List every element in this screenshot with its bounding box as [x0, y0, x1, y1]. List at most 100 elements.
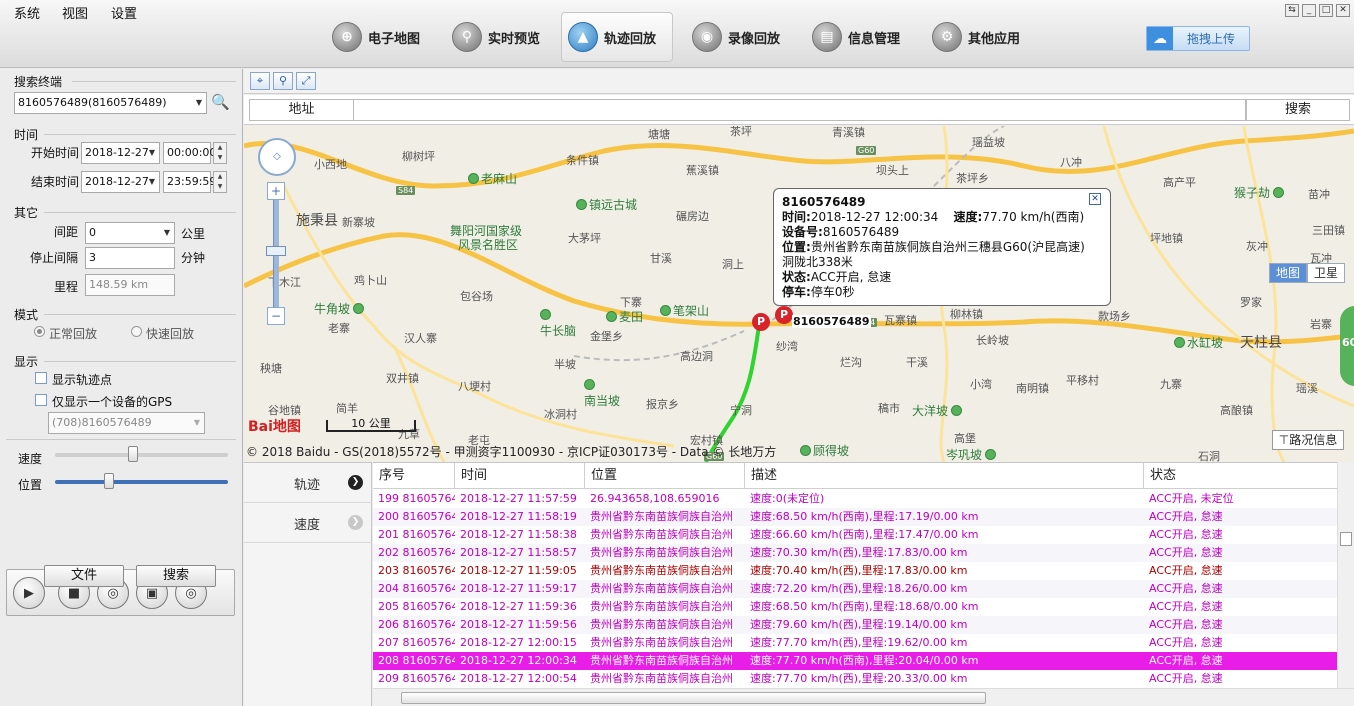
table-cell-pos: 贵州省黔东南苗族侗族自治州	[590, 510, 733, 523]
table-cell-time: 2018-12-27 12:00:34	[460, 654, 577, 667]
speed-slider[interactable]	[55, 453, 228, 457]
table-row[interactable]: 209 8160576489 2018-12-27 12:00:54 贵州省黔东南苗…	[373, 670, 1337, 688]
table-cell-time: 2018-12-27 11:57:59	[460, 492, 577, 505]
address-input[interactable]	[354, 99, 1246, 121]
table-cell-desc: 速度:66.60 km/h(西南),里程:17.47/0.00 km	[750, 528, 979, 541]
stop-interval-input[interactable]: 3	[85, 247, 175, 269]
column-header[interactable]: 状态	[1144, 463, 1337, 489]
tab-speed[interactable]: 速度 ❯	[244, 503, 372, 543]
tab-video-playback[interactable]: ◉ 录像回放	[686, 12, 786, 62]
table-cell-no: 199 8160576489	[378, 492, 455, 505]
play-button[interactable]: ▶	[13, 577, 45, 609]
vertical-scrollbar[interactable]	[1337, 462, 1354, 688]
tab-other-apps[interactable]: ⚙ 其他应用	[926, 12, 1026, 62]
tab-track[interactable]: 轨迹 ❯	[244, 463, 372, 503]
cloud-icon: ☁	[1147, 27, 1173, 50]
maximize-icon[interactable]: □	[1319, 4, 1333, 17]
speed-label: 速度	[18, 452, 43, 466]
chevron-down-icon: ▼	[148, 148, 155, 157]
ruler-icon[interactable]: ⌖	[250, 72, 270, 90]
search-icon: ⚲	[452, 22, 482, 52]
column-header[interactable]: 时间	[455, 463, 585, 489]
table-row[interactable]: 203 8160576489 2018-12-27 11:59:05 贵州省黔东南苗…	[373, 562, 1337, 580]
map-type-satellite-button[interactable]: 卫星	[1307, 263, 1345, 283]
traffic-info-button[interactable]: ⊤路况信息	[1272, 430, 1344, 450]
parking-marker[interactable]: P	[775, 306, 793, 324]
map-type-map-button[interactable]: 地图	[1269, 263, 1307, 283]
speed-slider-thumb[interactable]	[128, 446, 139, 462]
table-cell-time: 2018-12-27 11:58:19	[460, 510, 577, 523]
drag-upload-button[interactable]: ☁ 拖拽上传	[1146, 26, 1250, 51]
end-date-field[interactable]: 2018-12-27 ▼	[81, 171, 160, 193]
column-header[interactable]: 描述	[745, 463, 1144, 489]
minimize-icon[interactable]: _	[1302, 4, 1316, 17]
mode-normal-radio[interactable]	[34, 326, 45, 337]
mode-fast-radio[interactable]	[131, 326, 142, 337]
track-table: 序号 时间 位置 描述 状态 199 8160576489 2018-12-27 …	[373, 462, 1337, 688]
zoom-out-button[interactable]: −	[267, 307, 285, 325]
fullscreen-icon[interactable]: ⤢	[296, 72, 316, 90]
table-cell-pos: 贵州省黔东南苗族侗族自治州	[590, 564, 733, 577]
menu-system[interactable]: 系统	[14, 3, 40, 22]
apps-icon: ⚙	[932, 22, 962, 52]
table-row[interactable]: 201 8160576489 2018-12-27 11:58:38 贵州省黔东南苗…	[373, 526, 1337, 544]
pan-control-icon[interactable]: ◇	[258, 138, 296, 176]
tab-track-playback[interactable]: ▲ 轨迹回放	[561, 12, 673, 62]
table-row[interactable]: 207 8160576489 2018-12-27 12:00:15 贵州省黔东南苗…	[373, 634, 1337, 652]
table-cell-no: 201 8160576489	[378, 528, 455, 541]
chevron-down-icon: ▼	[148, 177, 155, 186]
scrollbar-thumb[interactable]	[1340, 532, 1352, 546]
search-button[interactable]: 搜索	[136, 565, 216, 587]
start-date-field[interactable]: 2018-12-27 ▼	[81, 142, 160, 164]
table-cell-status: ACC开启, 怠速	[1149, 528, 1223, 541]
table-row[interactable]: 200 8160576489 2018-12-27 11:58:19 贵州省黔东南苗…	[373, 508, 1337, 526]
table-row[interactable]: 206 8160576489 2018-12-27 11:59:56 贵州省黔东南苗…	[373, 616, 1337, 634]
close-icon[interactable]: ✕	[1336, 4, 1350, 17]
tab-electronic-map[interactable]: ⊕ 电子地图	[326, 12, 426, 62]
end-time-field[interactable]: 23:59:59	[163, 171, 216, 193]
tab-realtime-preview[interactable]: ⚲ 实时预览	[446, 12, 546, 62]
table-row[interactable]: 204 8160576489 2018-12-27 11:59:17 贵州省黔东南苗…	[373, 580, 1337, 598]
close-icon[interactable]: ✕	[1089, 193, 1101, 205]
table-cell-desc: 速度:79.60 km/h(西),里程:19.14/0.00 km	[750, 618, 968, 631]
table-cell-pos: 贵州省黔东南苗族侗族自治州	[590, 546, 733, 559]
vehicle-info-popup: 8160576489 时间:2018-12-27 12:00:34 速度:77.…	[773, 188, 1111, 306]
search-icon[interactable]: 🔍	[211, 93, 230, 111]
position-slider-thumb[interactable]	[103, 473, 114, 489]
display-title: 显示	[14, 355, 39, 369]
table-row[interactable]: 202 8160576489 2018-12-27 11:58:57 贵州省黔东南苗…	[373, 544, 1337, 562]
interval-select[interactable]: 0 ▼	[85, 222, 175, 244]
menu-settings[interactable]: 设置	[111, 3, 137, 22]
table-cell-status: ACC开启, 怠速	[1149, 510, 1223, 523]
column-header[interactable]: 位置	[585, 463, 745, 489]
zoom-icon[interactable]: ⚲	[273, 72, 293, 90]
show-one-gps-checkbox[interactable]	[35, 394, 47, 406]
table-row[interactable]: 205 8160576489 2018-12-27 11:59:36 贵州省黔东南苗…	[373, 598, 1337, 616]
table-cell-status: ACC开启, 怠速	[1149, 672, 1223, 685]
video-icon: ◉	[692, 22, 722, 52]
start-time-spinner[interactable]: ▲ ▼	[213, 142, 227, 164]
table-row[interactable]: 208 8160576489 2018-12-27 12:00:34 贵州省黔东南苗…	[373, 652, 1337, 670]
menu-view[interactable]: 视图	[62, 3, 88, 22]
table-row[interactable]: 199 8160576489 2018-12-27 11:57:59 26.9436…	[373, 490, 1337, 508]
column-header[interactable]: 序号	[373, 463, 455, 489]
file-button[interactable]: 文件	[44, 565, 124, 587]
scale-bar: 10 公里	[326, 418, 416, 432]
table-cell-time: 2018-12-27 11:58:57	[460, 546, 577, 559]
start-time-field[interactable]: 00:00:00	[163, 142, 216, 164]
parking-marker[interactable]: P	[752, 313, 770, 331]
table-cell-no: 203 8160576489	[378, 564, 455, 577]
tab-info-management[interactable]: ▤ 信息管理	[806, 12, 906, 62]
table-cell-desc: 速度:70.30 km/h(西),里程:17.83/0.00 km	[750, 546, 968, 559]
address-search-button[interactable]: 搜索	[1246, 99, 1350, 121]
scrollbar-thumb[interactable]	[401, 692, 986, 704]
restore-icon[interactable]: ⇆	[1285, 4, 1299, 17]
horizontal-scrollbar[interactable]	[373, 688, 1354, 706]
zoom-slider-thumb[interactable]	[266, 246, 286, 256]
zoom-in-button[interactable]: +	[267, 182, 285, 200]
table-cell-status: ACC开启, 怠速	[1149, 654, 1223, 667]
show-points-checkbox[interactable]	[35, 372, 47, 384]
end-time-spinner[interactable]: ▲ ▼	[213, 171, 227, 193]
terminal-select[interactable]: 8160576489(8160576489) ▼	[14, 92, 207, 114]
position-slider[interactable]	[55, 480, 228, 484]
